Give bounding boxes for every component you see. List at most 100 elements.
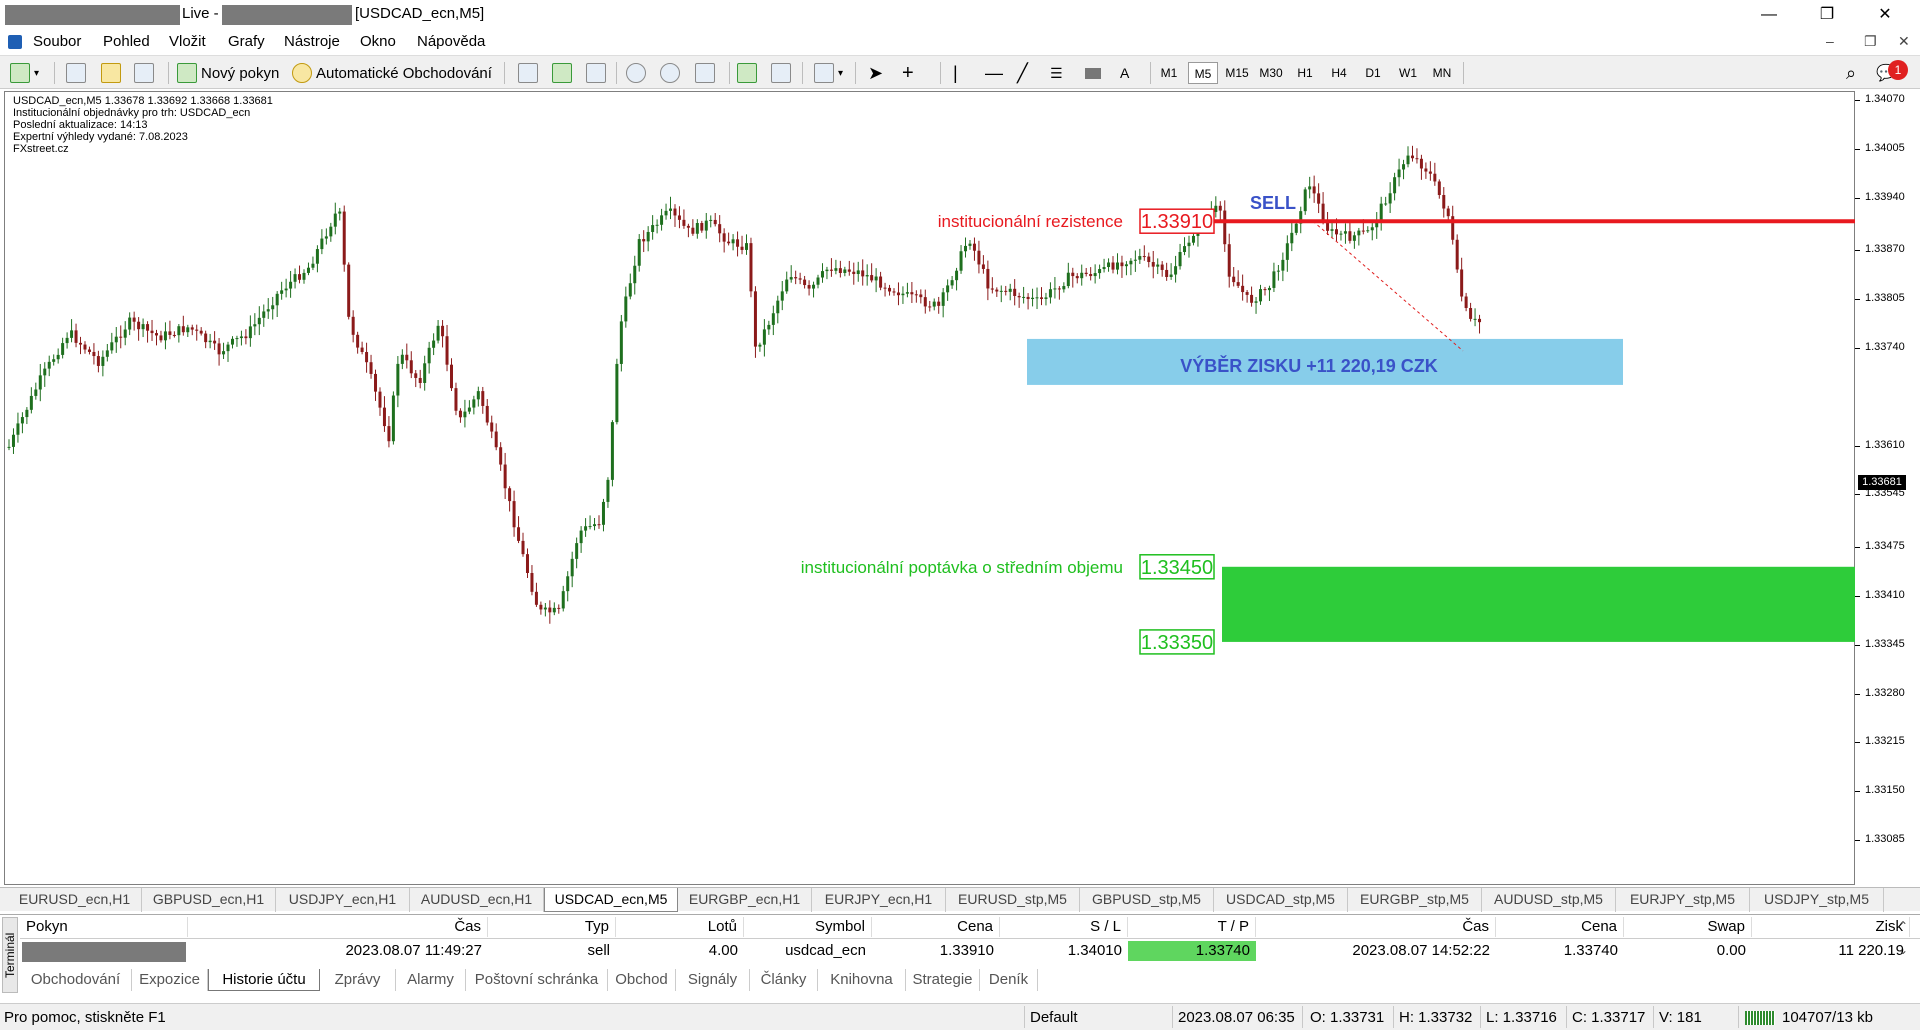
timeframe-mn[interactable]: MN [1427, 62, 1457, 84]
terminal-tab[interactable]: Strategie [906, 969, 980, 991]
profiles-button[interactable] [66, 60, 86, 86]
candle-body [1397, 169, 1401, 178]
maximize-button[interactable]: ❐ [1804, 0, 1850, 30]
price-chart[interactable]: 1.33910 1.33450 1.33350 institucionální rez… [4, 91, 1856, 886]
candle-body [579, 530, 583, 544]
symbol-tab[interactable]: USDJPY_ecn,H1 [276, 888, 410, 912]
terminal-tab[interactable]: Alarmy [396, 969, 466, 991]
fibonacci-tool[interactable]: ☰ [1050, 60, 1063, 86]
symbol-tab[interactable]: GBPUSD_stp,M5 [1080, 888, 1214, 912]
terminal-tab[interactable]: Historie účtu [208, 969, 320, 991]
candle-body [888, 287, 892, 292]
search-button[interactable]: ⌕ [1846, 60, 1856, 86]
candle-body [803, 279, 807, 286]
menu-insert[interactable]: Vložit [169, 33, 206, 50]
new-chart-button[interactable]: ▾ [10, 60, 39, 86]
col-type[interactable]: Typ [488, 917, 616, 937]
col-open-price[interactable]: Cena [872, 917, 1000, 937]
terminal-tab[interactable]: Knihovna [818, 969, 906, 991]
terminal-tab[interactable]: Obchod [608, 969, 676, 991]
timeframe-h1[interactable]: H1 [1290, 62, 1320, 84]
symbol-tab[interactable]: GBPUSD_ecn,H1 [142, 888, 276, 912]
terminal-tab[interactable]: Obchodování [20, 969, 132, 991]
close-button[interactable]: ✕ [1862, 0, 1908, 30]
candlestick-chart-button[interactable] [552, 60, 572, 86]
terminal-tab[interactable]: Zprávy [320, 969, 396, 991]
col-stop-loss[interactable]: S / L [1000, 917, 1128, 937]
line-chart-button[interactable] [586, 60, 606, 86]
col-profit[interactable]: Zisk [1752, 917, 1910, 937]
timeframe-m30[interactable]: M30 [1256, 62, 1286, 84]
crosshair-tool[interactable]: + [902, 60, 914, 86]
new-order-button[interactable]: Nový pokyn [177, 60, 279, 86]
timeframe-w1[interactable]: W1 [1393, 62, 1423, 84]
col-open-time[interactable]: Čas [188, 917, 488, 937]
timeframe-m5[interactable]: M5 [1188, 62, 1218, 84]
tile-windows-button[interactable] [695, 60, 715, 86]
symbol-tab[interactable]: USDCAD_stp,M5 [1214, 888, 1348, 912]
auto-scroll-button[interactable] [737, 60, 757, 86]
horizontal-line-tool[interactable]: — [985, 60, 1003, 86]
col-swap[interactable]: Swap [1624, 917, 1752, 937]
menu-tools[interactable]: Nástroje [284, 33, 340, 50]
symbol-tab[interactable]: EURJPY_ecn,H1 [812, 888, 946, 912]
terminal-tab[interactable]: Expozice [132, 969, 208, 991]
col-lots[interactable]: Lotů [616, 917, 744, 937]
minimize-button[interactable]: — [1746, 0, 1792, 30]
candle-body [1075, 276, 1079, 279]
candle-body [557, 607, 561, 609]
mdi-restore-icon[interactable]: ❐ [1864, 33, 1877, 50]
history-row[interactable]: 2023.08.07 11:49:27 sell 4.00 usdcad_ecn… [20, 941, 1920, 965]
menu-view[interactable]: Pohled [103, 33, 150, 50]
text-tool[interactable]: A [1120, 60, 1129, 86]
symbol-tab[interactable]: EURUSD_stp,M5 [946, 888, 1080, 912]
scroll-down-icon[interactable]: ⌄ [1898, 943, 1908, 957]
menu-charts[interactable]: Grafy [228, 33, 265, 50]
candle-body [950, 280, 954, 286]
symbol-tab[interactable]: EURGBP_ecn,H1 [678, 888, 812, 912]
indicators-button[interactable]: ▾ [814, 60, 843, 86]
symbol-tab[interactable]: EURGBP_stp,M5 [1348, 888, 1482, 912]
timeframe-m15[interactable]: M15 [1222, 62, 1252, 84]
app-icon[interactable] [8, 35, 22, 49]
symbol-tab[interactable]: AUDUSD_stp,M5 [1482, 888, 1616, 912]
candle-body [1053, 288, 1057, 290]
candle-body [879, 276, 883, 288]
col-close-price[interactable]: Cena [1496, 917, 1624, 937]
terminal-tab[interactable]: Články [750, 969, 818, 991]
terminal-tab[interactable]: Deník [980, 969, 1038, 991]
mdi-close-icon[interactable]: ✕ [1898, 33, 1910, 50]
zoom-in-button[interactable] [626, 60, 646, 86]
timeframe-h4[interactable]: H4 [1324, 62, 1354, 84]
bar-chart-button[interactable] [518, 60, 538, 86]
candlestick-plot[interactable]: 1.33910 1.33450 1.33350 institucionální rez… [5, 92, 1856, 886]
favorites-button[interactable] [101, 60, 121, 86]
rectangle-tool[interactable] [1085, 60, 1101, 86]
menu-window[interactable]: Okno [360, 33, 396, 50]
menu-help[interactable]: Nápověda [417, 33, 485, 50]
mdi-minimize-icon[interactable]: ‒ [1826, 33, 1834, 49]
chart-shift-button[interactable] [771, 60, 791, 86]
menu-file[interactable]: Soubor [33, 33, 81, 50]
trendline-tool[interactable]: ╱ [1017, 60, 1028, 86]
price-axis[interactable]: 1.33681 1.34070 1.34005 1.33940 1.33870 1.33… [1855, 91, 1920, 885]
timeframe-d1[interactable]: D1 [1358, 62, 1388, 84]
symbol-tab[interactable]: USDJPY_stp,M5 [1750, 888, 1884, 912]
symbol-tab[interactable]: AUDUSD_ecn,H1 [410, 888, 544, 912]
col-symbol[interactable]: Symbol [744, 917, 872, 937]
terminal-tab[interactable]: Poštovní schránka [466, 969, 608, 991]
zoom-out-button[interactable] [660, 60, 680, 86]
symbol-tab[interactable]: EURUSD_ecn,H1 [8, 888, 142, 912]
cursor-tool[interactable]: ➤ [868, 60, 883, 86]
timeframe-m1[interactable]: M1 [1154, 62, 1184, 84]
terminal-tab[interactable]: Signály [676, 969, 750, 991]
scroll-up-icon[interactable]: ⌃ [1898, 919, 1908, 933]
navigator-button[interactable] [134, 60, 154, 86]
col-close-time[interactable]: Čas [1256, 917, 1496, 937]
symbol-tab[interactable]: EURJPY_stp,M5 [1616, 888, 1750, 912]
symbol-tab[interactable]: USDCAD_ecn,M5 [544, 888, 678, 912]
col-order[interactable]: Pokyn [20, 917, 188, 937]
vertical-line-tool[interactable]: | [953, 60, 958, 86]
col-take-profit[interactable]: T / P [1128, 917, 1256, 937]
auto-trading-button[interactable]: Automatické Obchodování [292, 60, 492, 86]
